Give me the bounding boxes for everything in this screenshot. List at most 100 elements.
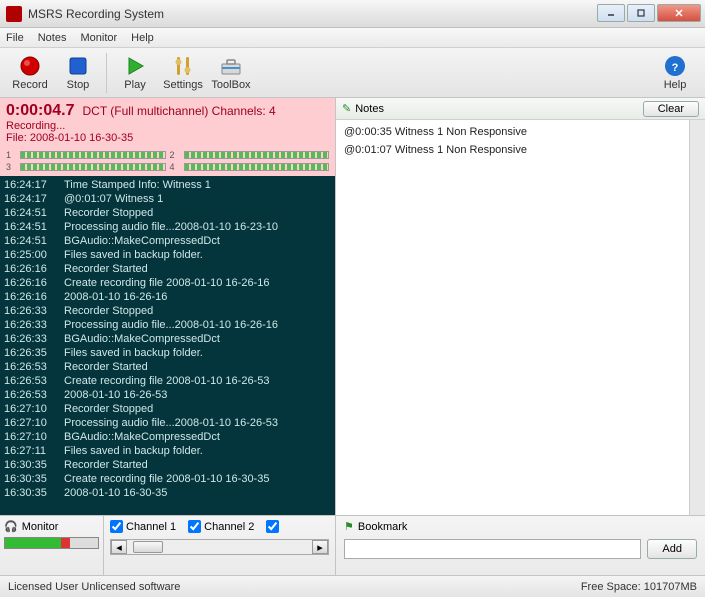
toolbox-button[interactable]: ToolBox — [207, 50, 255, 96]
minimize-button[interactable] — [597, 4, 625, 22]
log-row: 16:26:35Files saved in backup folder. — [4, 346, 331, 360]
bookmark-box: ⚑ Bookmark Add — [336, 516, 705, 575]
bookmark-icon: ⚑ — [344, 520, 354, 533]
note-item[interactable]: @0:00:35 Witness 1 Non Responsive — [344, 126, 681, 138]
ch3-label: 3 — [6, 162, 16, 172]
log-row: 16:26:532008-01-10 16-26-53 — [4, 388, 331, 402]
log-row: 16:27:10Processing audio file...2008-01-… — [4, 416, 331, 430]
channels-box: Channel 1 Channel 2 ◂ ▸ — [104, 516, 336, 575]
play-label: Play — [124, 79, 145, 91]
toolbox-icon — [219, 54, 243, 78]
file-label: File: 2008-01-10 16-30-35 — [6, 132, 329, 144]
ch4-label: 4 — [170, 162, 180, 172]
stop-button[interactable]: Stop — [54, 50, 102, 96]
log-row: 16:27:10BGAudio::MakeCompressedDct — [4, 430, 331, 444]
menu-notes[interactable]: Notes — [38, 32, 67, 44]
pencil-icon: ✎ — [342, 102, 351, 115]
log-row: 16:30:35Recorder Started — [4, 458, 331, 472]
app-icon — [6, 6, 22, 22]
scroll-right-icon[interactable]: ▸ — [312, 540, 328, 554]
notes-title: Notes — [355, 103, 384, 115]
log-row: 16:30:35Create recording file 2008-01-10… — [4, 472, 331, 486]
bookmark-label: Bookmark — [358, 521, 408, 533]
titlebar: MSRS Recording System — [0, 0, 705, 28]
log-row: 16:30:352008-01-10 16-30-35 — [4, 486, 331, 500]
channels-scrollbar[interactable]: ◂ ▸ — [110, 539, 329, 555]
log-row: 16:27:11Files saved in backup folder. — [4, 444, 331, 458]
play-button[interactable]: Play — [111, 50, 159, 96]
right-pane: ✎ Notes Clear @0:00:35 Witness 1 Non Res… — [336, 98, 705, 515]
meter-2 — [184, 151, 330, 159]
help-button[interactable]: ? Help — [651, 50, 699, 96]
channel-1-label: Channel 1 — [126, 521, 176, 533]
menubar: File Notes Monitor Help — [0, 28, 705, 48]
log-row: 16:26:162008-01-10 16-26-16 — [4, 290, 331, 304]
menu-monitor[interactable]: Monitor — [80, 32, 117, 44]
timecode: 0:00:04.7 — [6, 102, 75, 119]
meter-3 — [20, 163, 166, 171]
clear-button[interactable]: Clear — [643, 101, 699, 117]
channel-2-checkbox[interactable]: Channel 2 — [188, 520, 254, 533]
statusbar: Licensed User Unlicensed software Free S… — [0, 575, 705, 597]
monitor-box: 🎧 Monitor — [0, 516, 104, 575]
log-row: 16:24:17Time Stamped Info: Witness 1 — [4, 178, 331, 192]
log-row: 16:24:51Processing audio file...2008-01-… — [4, 220, 331, 234]
license-status: Licensed User Unlicensed software — [8, 581, 180, 593]
settings-button[interactable]: Settings — [159, 50, 207, 96]
monitor-meter — [4, 537, 99, 549]
log-row: 16:26:33Processing audio file...2008-01-… — [4, 318, 331, 332]
help-label: Help — [664, 79, 687, 91]
level-meters: 1 2 3 4 — [0, 148, 335, 176]
channel-3-checkbox[interactable] — [266, 520, 279, 533]
left-pane: 0:00:04.7 DCT (Full multichannel) Channel… — [0, 98, 336, 515]
window-title: MSRS Recording System — [28, 7, 595, 21]
log-row: 16:25:00Files saved in backup folder. — [4, 248, 331, 262]
close-button[interactable] — [657, 4, 701, 22]
free-space: Free Space: 101707MB — [581, 581, 697, 593]
menu-file[interactable]: File — [6, 32, 24, 44]
settings-label: Settings — [163, 79, 203, 91]
notes-scrollbar[interactable] — [689, 120, 705, 515]
log-row: 16:26:16Create recording file 2008-01-10… — [4, 276, 331, 290]
log-row: 16:26:33Recorder Stopped — [4, 304, 331, 318]
meter-4 — [184, 163, 330, 171]
ch2-label: 2 — [170, 150, 180, 160]
record-icon — [18, 54, 42, 78]
log-row: 16:24:51Recorder Stopped — [4, 206, 331, 220]
separator — [106, 53, 107, 93]
notes-list[interactable]: @0:00:35 Witness 1 Non Responsive @0:01:0… — [336, 120, 689, 515]
bookmark-input[interactable] — [344, 539, 641, 559]
log-row: 16:26:53Create recording file 2008-01-10… — [4, 374, 331, 388]
note-item[interactable]: @0:01:07 Witness 1 Non Responsive — [344, 144, 681, 156]
maximize-button[interactable] — [627, 4, 655, 22]
record-button[interactable]: Record — [6, 50, 54, 96]
log-row: 16:26:53Recorder Started — [4, 360, 331, 374]
bottom-strip: 🎧 Monitor Channel 1 Channel 2 ◂ ▸ ⚑ Book… — [0, 515, 705, 575]
log-row: 16:26:16Recorder Started — [4, 262, 331, 276]
ch1-label: 1 — [6, 150, 16, 160]
monitor-label: Monitor — [22, 521, 59, 533]
notes-header: ✎ Notes Clear — [336, 98, 705, 120]
toolbar: Record Stop Play Settings ToolBox ? Help — [0, 48, 705, 98]
toolbox-label: ToolBox — [211, 79, 250, 91]
recording-status: 0:00:04.7 DCT (Full multichannel) Channel… — [0, 98, 335, 148]
svg-text:?: ? — [672, 62, 679, 74]
channel-2-label: Channel 2 — [204, 521, 254, 533]
log-row: 16:24:17@0:01:07 Witness 1 — [4, 192, 331, 206]
menu-help[interactable]: Help — [131, 32, 154, 44]
stop-icon — [66, 54, 90, 78]
recording-state: Recording... — [6, 120, 329, 132]
log-row: 16:27:10Recorder Stopped — [4, 402, 331, 416]
scroll-thumb[interactable] — [133, 541, 163, 553]
add-button[interactable]: Add — [647, 539, 697, 559]
stop-label: Stop — [67, 79, 90, 91]
channel-desc: DCT (Full multichannel) Channels: 4 — [83, 104, 276, 118]
headphones-icon: 🎧 — [4, 520, 18, 533]
event-log[interactable]: 16:24:17Time Stamped Info: Witness 116:2… — [0, 176, 335, 515]
play-icon — [123, 54, 147, 78]
meter-1 — [20, 151, 166, 159]
channel-1-checkbox[interactable]: Channel 1 — [110, 520, 176, 533]
scroll-left-icon[interactable]: ◂ — [111, 540, 127, 554]
record-label: Record — [12, 79, 47, 91]
help-icon: ? — [663, 54, 687, 78]
